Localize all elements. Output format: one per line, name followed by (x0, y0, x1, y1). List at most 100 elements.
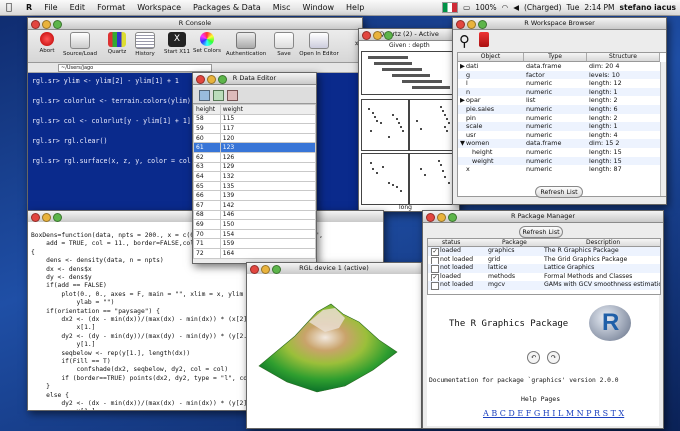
menu-format[interactable]: Format (91, 3, 131, 12)
console-titlebar[interactable]: R Console (28, 18, 362, 30)
package-row[interactable]: ✓ loaded methods Formal Methods and Classes (428, 273, 660, 282)
package-name[interactable]: grid (488, 256, 500, 265)
minimize-button[interactable] (373, 31, 382, 40)
cell-weight[interactable]: 132 (219, 171, 316, 182)
remove-icon[interactable] (227, 90, 238, 101)
package-name[interactable]: methods (488, 273, 515, 282)
data-row[interactable]: 69 150 (193, 219, 316, 230)
cell-height[interactable]: 72 (193, 247, 221, 259)
set-colors-button[interactable]: Set Colors (189, 31, 225, 54)
cell-weight[interactable]: 150 (219, 219, 316, 230)
data-row[interactable]: 65 135 (193, 180, 316, 192)
data-row[interactable]: 63 129 (193, 161, 316, 173)
data-row[interactable]: 60 120 (193, 132, 316, 144)
cell-height[interactable]: 66 (193, 190, 221, 201)
menu-edit[interactable]: Edit (64, 3, 92, 12)
expander-icon[interactable]: ▶ (460, 96, 465, 105)
menu-help[interactable]: Help (340, 3, 370, 12)
close-button[interactable] (31, 213, 40, 222)
zoom-button[interactable] (272, 265, 281, 274)
cell-weight[interactable]: 117 (219, 123, 316, 134)
workspace-row[interactable]: n numeric length: 1 (458, 87, 660, 97)
minimize-button[interactable] (437, 213, 446, 222)
package-name[interactable]: mgcv (488, 281, 505, 290)
cell-height[interactable]: 68 (193, 209, 221, 221)
data-row[interactable]: 67 142 (193, 199, 316, 211)
back-arrow-icon[interactable]: ↶ (527, 351, 540, 364)
close-button[interactable] (31, 20, 40, 29)
abort-button[interactable]: Abort (30, 31, 64, 54)
column-header[interactable]: weight (219, 104, 316, 115)
minimize-button[interactable] (207, 75, 216, 84)
cell-weight[interactable]: 146 (219, 209, 316, 221)
add-column-icon[interactable] (199, 90, 210, 101)
history-button[interactable]: History (128, 31, 162, 57)
menu-file[interactable]: File (38, 3, 63, 12)
minimize-button[interactable] (261, 265, 270, 274)
column-header[interactable]: Structure (587, 53, 660, 62)
battery-icon[interactable]: ▭ (463, 3, 470, 12)
wifi-icon[interactable]: ◠ (502, 3, 509, 12)
data-row[interactable]: 70 154 (193, 228, 316, 240)
cell-height[interactable]: 62 (193, 151, 221, 163)
cell-weight[interactable]: 123 (219, 142, 316, 153)
workspace-scrollbar[interactable] (660, 62, 666, 196)
package-row[interactable]: ✓ loaded graphics The R Graphics Package (428, 247, 660, 256)
app-menu[interactable]: R (20, 3, 38, 12)
package-row[interactable]: not loaded mgcv GAMs with GCV smoothness e… (428, 281, 660, 291)
cell-weight[interactable]: 139 (219, 190, 316, 201)
workspace-row[interactable]: ▶ opar list length: 2 (458, 96, 660, 105)
cell-height[interactable]: 67 (193, 199, 221, 211)
workspace-row[interactable]: usr numeric length: 4 (458, 131, 660, 140)
menu-packages-data[interactable]: Packages & Data (187, 3, 267, 12)
package-row[interactable]: not loaded lattice Lattice Graphics (428, 264, 660, 274)
cell-height[interactable]: 63 (193, 161, 221, 173)
workspace-row[interactable]: x numeric length: 87 (458, 165, 660, 174)
rgl-3d-canvas[interactable] (247, 274, 421, 428)
cell-height[interactable]: 71 (193, 238, 221, 249)
package-row[interactable]: not loaded grid The Grid Graphics Package (428, 256, 660, 265)
menu-misc[interactable]: Misc (267, 3, 297, 12)
column-header[interactable]: height (193, 104, 221, 115)
workspace-row[interactable]: weight numeric length: 15 (458, 156, 660, 166)
close-button[interactable] (250, 265, 259, 274)
open-in-editor-button[interactable]: Open In Editor (296, 31, 342, 57)
close-button[interactable] (426, 213, 435, 222)
workspace-row[interactable]: pie.sales numeric length: 6 (458, 105, 660, 114)
clock-time[interactable]: 2:14 PM (584, 3, 614, 12)
data-row[interactable]: 62 126 (193, 151, 316, 163)
cell-weight[interactable]: 159 (219, 238, 316, 249)
column-header[interactable]: Object (458, 53, 524, 62)
workspace-row[interactable]: pin numeric length: 2 (458, 114, 660, 123)
menu-window[interactable]: Window (296, 3, 340, 12)
package-refresh-button[interactable]: Refresh List (519, 226, 563, 238)
minimize-button[interactable] (42, 213, 51, 222)
workspace-row[interactable]: ▶ dati data.frame dim: 20 4 (458, 62, 660, 71)
apple-menu-icon[interactable]:  (0, 2, 20, 13)
working-directory-field[interactable]: ~/Users/jago (58, 64, 212, 72)
cell-weight[interactable]: 164 (219, 247, 316, 259)
expander-icon[interactable]: ▼ (460, 139, 465, 148)
cell-height[interactable]: 65 (193, 180, 221, 192)
cell-height[interactable]: 60 (193, 132, 221, 144)
cell-height[interactable]: 64 (193, 171, 221, 182)
authentication-button[interactable]: Authentication (224, 31, 268, 57)
package-manager-titlebar[interactable]: R Package Manager (423, 211, 663, 223)
zoom-button[interactable] (384, 31, 393, 40)
package-name[interactable]: graphics (488, 247, 514, 256)
add-row-icon[interactable] (213, 90, 224, 101)
package-name[interactable]: lattice (488, 264, 507, 273)
workspace-row[interactable]: g factor levels: 10 (458, 70, 660, 80)
data-row[interactable]: 58 115 (193, 113, 316, 125)
data-row[interactable]: 72 164 (193, 247, 316, 259)
expander-icon[interactable]: ▶ (460, 62, 465, 71)
data-row[interactable]: 59 117 (193, 123, 316, 134)
zoom-button[interactable] (448, 213, 457, 222)
quartz-titlebar[interactable]: Quartz (2) - Active (359, 29, 459, 41)
cell-weight[interactable]: 154 (219, 228, 316, 240)
cell-weight[interactable]: 129 (219, 161, 316, 173)
load-checkbox[interactable] (431, 282, 439, 291)
save-button[interactable]: Save (272, 31, 296, 57)
forward-arrow-icon[interactable]: ↷ (547, 351, 560, 364)
cell-height[interactable]: 70 (193, 228, 221, 240)
